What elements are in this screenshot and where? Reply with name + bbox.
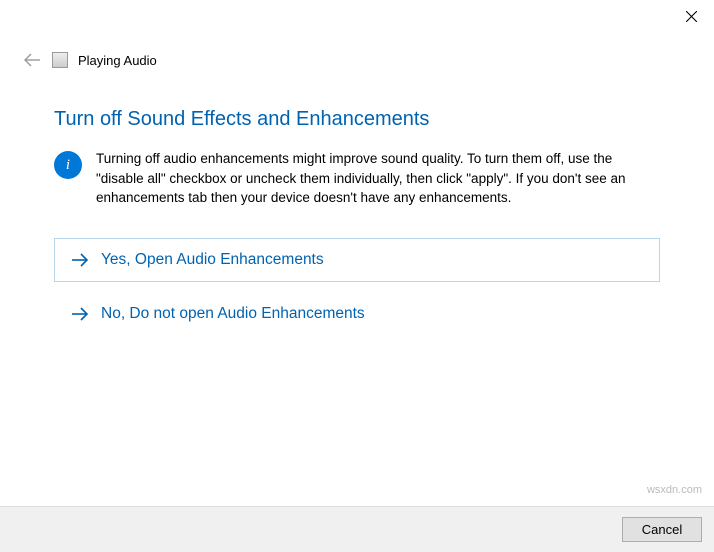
app-title: Playing Audio	[78, 53, 157, 68]
option-yes-open-enhancements[interactable]: Yes, Open Audio Enhancements	[54, 238, 660, 282]
back-button[interactable]	[22, 50, 42, 70]
app-icon	[52, 52, 68, 68]
page-heading: Turn off Sound Effects and Enhancements	[54, 108, 660, 131]
info-row: i Turning off audio enhancements might i…	[54, 149, 660, 208]
close-icon	[686, 11, 697, 22]
back-arrow-icon	[23, 53, 41, 67]
arrow-right-icon	[71, 253, 89, 267]
info-icon: i	[54, 151, 82, 179]
arrow-right-icon	[71, 307, 89, 321]
option-no-do-not-open[interactable]: No, Do not open Audio Enhancements	[54, 292, 660, 336]
footer: Cancel	[0, 506, 714, 552]
header: Playing Audio	[0, 40, 714, 80]
cancel-button[interactable]: Cancel	[622, 517, 702, 542]
option-label: Yes, Open Audio Enhancements	[101, 251, 324, 269]
option-label: No, Do not open Audio Enhancements	[101, 305, 365, 323]
watermark: wsxdn.com	[647, 484, 702, 496]
close-button[interactable]	[668, 0, 714, 32]
titlebar	[0, 0, 714, 40]
content-area: Turn off Sound Effects and Enhancements …	[0, 80, 714, 336]
info-text: Turning off audio enhancements might imp…	[96, 149, 660, 208]
